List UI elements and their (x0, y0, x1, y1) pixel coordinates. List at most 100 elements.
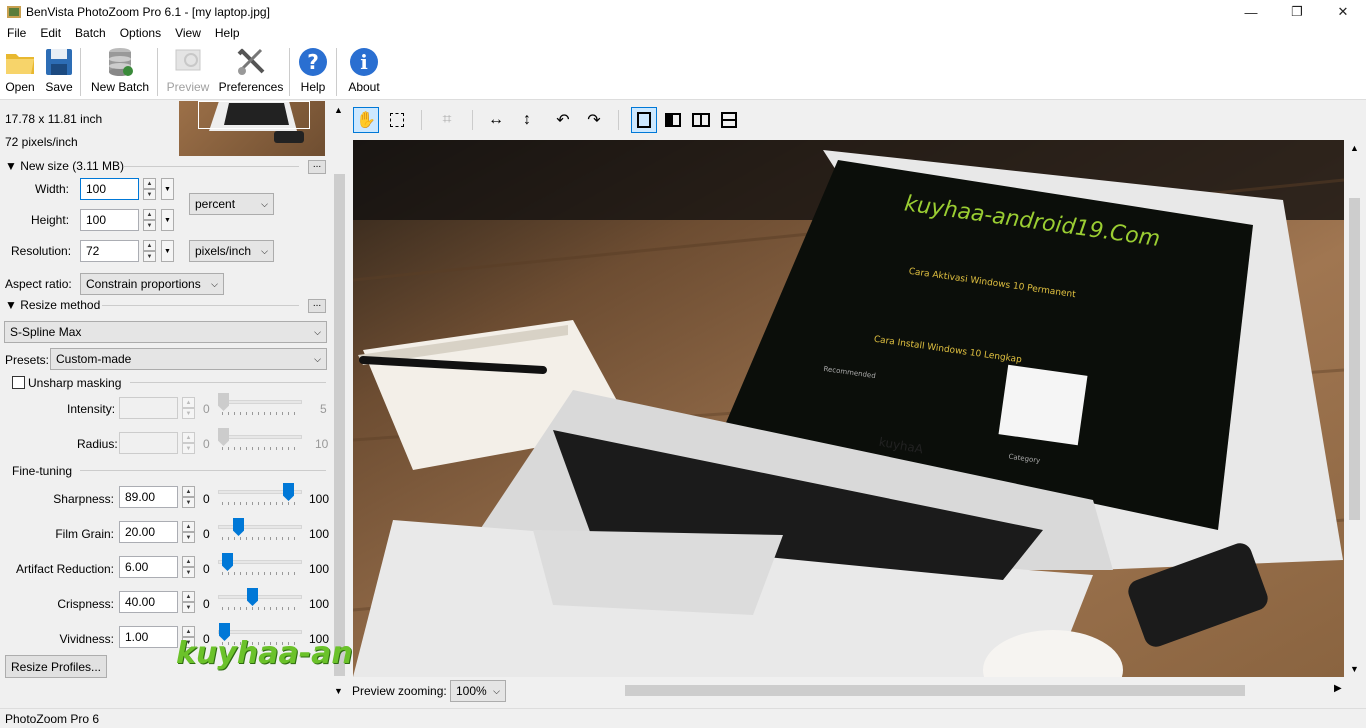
fine-tuning-slider[interactable] (218, 482, 302, 508)
height-dropdown-button[interactable]: ▼ (161, 209, 174, 231)
size-unit-select[interactable]: percent ⌵ (189, 193, 274, 215)
width-spinner[interactable]: ▲ ▼ (143, 178, 156, 200)
rotate-right-button[interactable]: ↷ (581, 107, 607, 133)
fine-tuning-label: Vividness: (59, 632, 114, 646)
slider-thumb[interactable] (222, 553, 233, 571)
fine-tuning-spinner[interactable]: ▲ ▼ (182, 556, 195, 578)
resize-method-header[interactable]: ▼ Resize method (5, 298, 100, 312)
status-bar: PhotoZoom Pro 6 (0, 708, 1366, 728)
save-button[interactable]: Save (42, 46, 76, 98)
flip-horizontal-button[interactable]: ↔ (483, 107, 509, 133)
preview-horizontal-scrollbar[interactable]: ▶ (512, 682, 1346, 699)
slider-thumb[interactable] (233, 518, 244, 536)
scroll-down-icon[interactable]: ▼ (1350, 664, 1359, 674)
close-button[interactable]: ✕ (1320, 0, 1366, 24)
intensity-spinner[interactable]: ▲ ▼ (182, 397, 195, 419)
menu-view[interactable]: View (168, 24, 208, 44)
radius-slider[interactable] (218, 427, 302, 453)
open-label: Open (5, 80, 35, 94)
crop-button[interactable]: ⌗ (434, 107, 460, 133)
hand-tool-button[interactable]: ✋ (353, 107, 379, 133)
intensity-slider[interactable] (218, 392, 302, 418)
stacked-view-button[interactable] (716, 107, 742, 133)
menu-options[interactable]: Options (113, 24, 168, 44)
radius-input[interactable] (119, 432, 178, 454)
preview-image[interactable]: kuyhaa-android19.Com Cara Aktivasi Windo… (353, 140, 1344, 677)
selection-tool-button[interactable] (384, 107, 410, 133)
intensity-label: Intensity: (67, 402, 116, 416)
fine-tuning-max: 100 (309, 597, 330, 611)
minimize-button[interactable]: — (1228, 0, 1274, 24)
fine-tuning-slider[interactable] (218, 517, 302, 543)
new-size-more-button[interactable]: ... (308, 160, 326, 174)
panel-scrollbar[interactable]: ▲ ▼ (331, 101, 348, 699)
preview-button[interactable]: Preview (164, 46, 212, 98)
fine-tuning-slider[interactable] (218, 552, 302, 578)
maximize-button[interactable]: ❐ (1274, 0, 1320, 24)
toolbar: Open Save New Batch Preview Preferences … (0, 44, 1366, 100)
slider-thumb[interactable] (218, 428, 229, 446)
preview-zoom-select[interactable]: 100% ⌵ (450, 680, 506, 702)
open-button[interactable]: Open (2, 46, 38, 98)
slider-thumb[interactable] (218, 393, 229, 411)
side-by-side-button[interactable] (688, 107, 714, 133)
menu-file[interactable]: File (0, 24, 33, 44)
resolution-dropdown-button[interactable]: ▼ (161, 240, 174, 262)
preferences-button[interactable]: Preferences (218, 46, 284, 98)
unsharp-masking-checkbox[interactable] (12, 376, 25, 389)
flip-vertical-button[interactable]: ↕ (514, 107, 540, 133)
intensity-input[interactable] (119, 397, 178, 419)
scroll-up-icon[interactable]: ▲ (1350, 143, 1359, 153)
menu-edit[interactable]: Edit (33, 24, 68, 44)
fine-tuning-input[interactable]: 40.00 (119, 591, 178, 613)
collapse-icon: ▼ (5, 159, 21, 173)
resolution-input[interactable]: 72 (80, 240, 139, 262)
fine-tuning-spinner[interactable]: ▲ ▼ (182, 521, 195, 543)
about-button[interactable]: i About (344, 46, 384, 98)
info-icon: i (350, 48, 378, 76)
navigator-viewport[interactable] (198, 101, 310, 129)
height-input[interactable]: 100 (80, 209, 139, 231)
height-spinner[interactable]: ▲ ▼ (143, 209, 156, 231)
width-input[interactable]: 100 (80, 178, 139, 200)
radius-spinner[interactable]: ▲ ▼ (182, 432, 195, 454)
single-view-button[interactable] (631, 107, 657, 133)
fine-tuning-input[interactable]: 89.00 (119, 486, 178, 508)
resize-profiles-button[interactable]: Resize Profiles... (5, 655, 107, 678)
method-select[interactable]: S-Spline Max ⌵ (4, 321, 327, 343)
scroll-up-icon[interactable]: ▲ (334, 105, 343, 115)
resize-method-more-button[interactable]: ... (308, 299, 326, 313)
fine-tuning-label: Sharpness: (53, 492, 114, 506)
fine-tuning-spinner[interactable]: ▲ ▼ (182, 486, 195, 508)
folder-icon (6, 54, 34, 74)
scroll-down-icon[interactable]: ▼ (334, 686, 343, 696)
help-button[interactable]: ? Help (296, 46, 330, 98)
navigator-thumbnail[interactable] (179, 101, 325, 156)
fine-tuning-input[interactable]: 1.00 (119, 626, 178, 648)
fine-tuning-input[interactable]: 6.00 (119, 556, 178, 578)
fine-tuning-spinner[interactable]: ▲ ▼ (182, 591, 195, 613)
preview-vscroll-thumb[interactable] (1349, 198, 1360, 520)
fine-tuning-input[interactable]: 20.00 (119, 521, 178, 543)
new-size-header[interactable]: ▼ New size (3.11 MB) (5, 159, 124, 173)
preview-hscroll-thumb[interactable] (625, 685, 1245, 696)
split-view-button[interactable] (660, 107, 686, 133)
scroll-right-icon[interactable]: ▶ (1334, 683, 1342, 694)
new-batch-button[interactable]: New Batch (88, 46, 152, 98)
slider-thumb[interactable] (283, 483, 294, 501)
resolution-spinner[interactable]: ▲ ▼ (143, 240, 156, 262)
menu-batch[interactable]: Batch (68, 24, 113, 44)
floppy-icon (46, 49, 72, 75)
presets-select[interactable]: Custom-made ⌵ (50, 348, 327, 370)
fine-tuning-slider[interactable] (218, 587, 302, 613)
preview-vertical-scrollbar[interactable]: ▲ ▼ (1346, 140, 1363, 677)
aspect-ratio-select[interactable]: Constrain proportions ⌵ (80, 273, 224, 295)
menu-help[interactable]: Help (208, 24, 247, 44)
slider-thumb[interactable] (247, 588, 258, 606)
width-dropdown-button[interactable]: ▼ (161, 178, 174, 200)
resolution-unit-select[interactable]: pixels/inch ⌵ (189, 240, 274, 262)
fine-tuning-max: 100 (309, 492, 330, 506)
panel-scrollbar-thumb[interactable] (334, 174, 345, 676)
rotate-left-button[interactable]: ↶ (550, 107, 576, 133)
resize-method-label: Resize method (20, 298, 101, 312)
